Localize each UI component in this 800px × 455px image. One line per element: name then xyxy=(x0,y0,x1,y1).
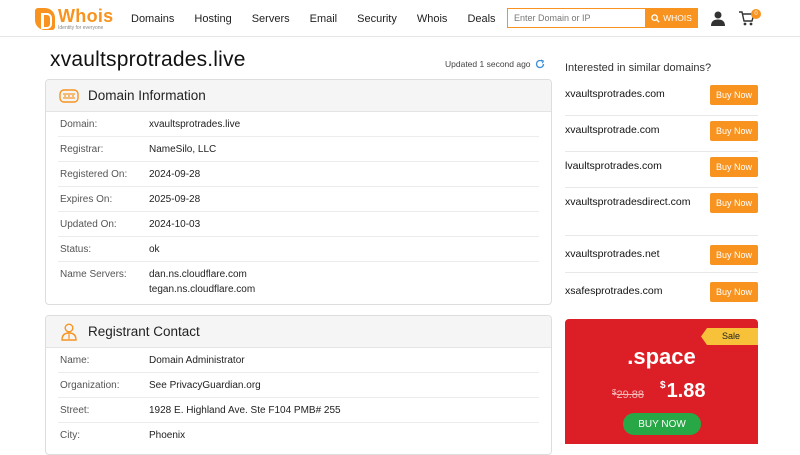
info-value: ok xyxy=(149,244,160,255)
logo-tagline: Identity for everyone xyxy=(58,25,104,31)
refresh-icon[interactable] xyxy=(535,59,545,69)
similar-domain-name[interactable]: xsafesprotrades.com xyxy=(565,284,700,299)
contact-row-name: Name: Domain Administrator xyxy=(58,348,539,373)
contact-person-icon xyxy=(58,322,80,342)
contact-label: Name: xyxy=(60,355,90,366)
nav-servers[interactable]: Servers xyxy=(252,13,290,25)
buy-now-button[interactable]: Buy Now xyxy=(710,282,758,302)
info-value: dan.ns.cloudflare.com xyxy=(149,269,247,280)
contact-value: 1928 E. Highland Ave. Ste F104 PMB# 255 xyxy=(149,405,341,416)
info-value: 2024-09-28 xyxy=(149,169,201,180)
contact-value: See PrivacyGuardian.org xyxy=(149,380,261,391)
promo-buy-now-button[interactable]: BUY NOW xyxy=(623,413,701,435)
similar-domain-row: xvaultsprotradesdirect.com Buy Now xyxy=(565,188,758,236)
similar-domain-row: lvaultsprotrades.com Buy Now xyxy=(565,152,758,188)
buy-now-button[interactable]: Buy Now xyxy=(710,121,758,141)
info-label: Registrar: xyxy=(60,144,104,155)
updated-text: Updated 1 second ago xyxy=(445,59,531,69)
info-label: Name Servers: xyxy=(60,269,127,280)
info-label: Expires On: xyxy=(60,194,113,205)
cart-count-badge: 0 xyxy=(751,9,761,19)
promo-new-value: 1.88 xyxy=(666,380,706,402)
nav-hosting[interactable]: Hosting xyxy=(194,13,231,25)
registrant-contact-panel: Registrant Contact Name: Domain Administ… xyxy=(45,315,552,455)
contact-row-street: Street: 1928 E. Highland Ave. Ste F104 P… xyxy=(58,398,539,423)
info-row-status: Status: ok xyxy=(58,237,539,262)
info-row-expires-on: Expires On: 2025-09-28 xyxy=(58,187,539,212)
info-row-name-servers: Name Servers: dan.ns.cloudflare.com tega… xyxy=(58,262,539,302)
logo-icon xyxy=(35,8,55,30)
buy-now-button[interactable]: Buy Now xyxy=(710,85,758,105)
nav-security[interactable]: Security xyxy=(357,13,397,25)
similar-domain-name[interactable]: xvaultsprotrades.net xyxy=(565,247,700,262)
promo-banner: Sale .space $29.88 $1.88 BUY NOW xyxy=(565,319,758,444)
info-value: NameSilo, LLC xyxy=(149,144,217,155)
similar-domain-row: xvaultsprotrades.com Buy Now xyxy=(565,81,758,116)
site-logo[interactable]: Whois Identity for everyone xyxy=(35,7,114,31)
similar-domain-name[interactable]: xvaultsprotrades.com xyxy=(565,87,700,102)
search-input[interactable] xyxy=(507,8,645,28)
buy-now-button[interactable]: Buy Now xyxy=(710,193,758,213)
whois-search-label: WHOIS xyxy=(663,13,692,23)
user-icon[interactable] xyxy=(711,11,725,26)
updated-status: Updated 1 second ago xyxy=(445,59,545,69)
info-row-updated-on: Updated On: 2024-10-03 xyxy=(58,212,539,237)
promo-old-price: $29.88 xyxy=(612,388,644,401)
domain-information-panel: Domain Information Domain: xvaultsprotra… xyxy=(45,79,552,305)
nav-whois[interactable]: Whois xyxy=(417,13,448,25)
promo-tld: .space xyxy=(627,344,696,369)
site-header: Whois Identity for everyone Domains Host… xyxy=(0,0,800,37)
logo-title: Whois xyxy=(58,6,114,26)
info-value: 2025-09-28 xyxy=(149,194,201,205)
info-label: Updated On: xyxy=(60,219,117,230)
info-row-domain: Domain: xvaultsprotrades.live xyxy=(58,112,539,137)
sale-tag: Sale xyxy=(701,328,758,345)
registrant-contact-header: Registrant Contact xyxy=(46,316,551,348)
similar-domain-name[interactable]: xvaultsprotrade.com xyxy=(565,123,700,138)
nav-deals[interactable]: Deals xyxy=(467,13,495,25)
info-value: 2024-10-03 xyxy=(149,219,201,230)
similar-domain-row: xvaultsprotrade.com Buy Now xyxy=(565,116,758,152)
info-label: Registered On: xyxy=(60,169,128,180)
promo-currency: $ xyxy=(660,380,666,391)
server-icon xyxy=(58,86,80,106)
whois-search-button[interactable]: WHOIS xyxy=(645,8,698,28)
buy-now-button[interactable]: Buy Now xyxy=(710,157,758,177)
info-value: xvaultsprotrades.live xyxy=(149,119,241,130)
search-icon xyxy=(651,13,660,23)
contact-label: City: xyxy=(60,430,80,441)
info-row-registrar: Registrar: NameSilo, LLC xyxy=(58,137,539,162)
promo-old-value: 29.88 xyxy=(616,389,644,401)
info-label: Domain: xyxy=(60,119,98,130)
registrant-contact-title: Registrant Contact xyxy=(88,324,200,339)
nav-domains[interactable]: Domains xyxy=(131,13,174,25)
info-label: Status: xyxy=(60,244,92,255)
similar-domain-row: xsafesprotrades.com Buy Now xyxy=(565,273,758,308)
buy-now-button[interactable]: Buy Now xyxy=(710,245,758,265)
info-value: tegan.ns.cloudflare.com xyxy=(149,284,256,295)
search-bar: WHOIS xyxy=(507,8,698,28)
contact-row-city: City: Phoenix xyxy=(58,423,539,448)
main-nav: Domains Hosting Servers Email Security W… xyxy=(131,0,516,37)
info-row-registered-on: Registered On: 2024-09-28 xyxy=(58,162,539,187)
contact-row-organization: Organization: See PrivacyGuardian.org xyxy=(58,373,539,398)
similar-domains-title: Interested in similar domains? xyxy=(565,62,712,74)
contact-label: Street: xyxy=(60,405,90,416)
domain-information-title: Domain Information xyxy=(88,88,206,103)
contact-label: Organization: xyxy=(60,380,120,391)
page-title: xvaultsprotrades.live xyxy=(50,48,246,71)
promo-new-price: $1.88 xyxy=(660,380,706,403)
similar-domain-name[interactable]: lvaultsprotrades.com xyxy=(565,159,700,174)
nav-email[interactable]: Email xyxy=(310,13,338,25)
similar-domain-name[interactable]: xvaultsprotradesdirect.com xyxy=(565,195,700,210)
domain-information-header: Domain Information xyxy=(46,80,551,112)
contact-value: Phoenix xyxy=(149,430,186,441)
contact-value: Domain Administrator xyxy=(149,355,245,366)
similar-domain-row: xvaultsprotrades.net Buy Now xyxy=(565,236,758,273)
